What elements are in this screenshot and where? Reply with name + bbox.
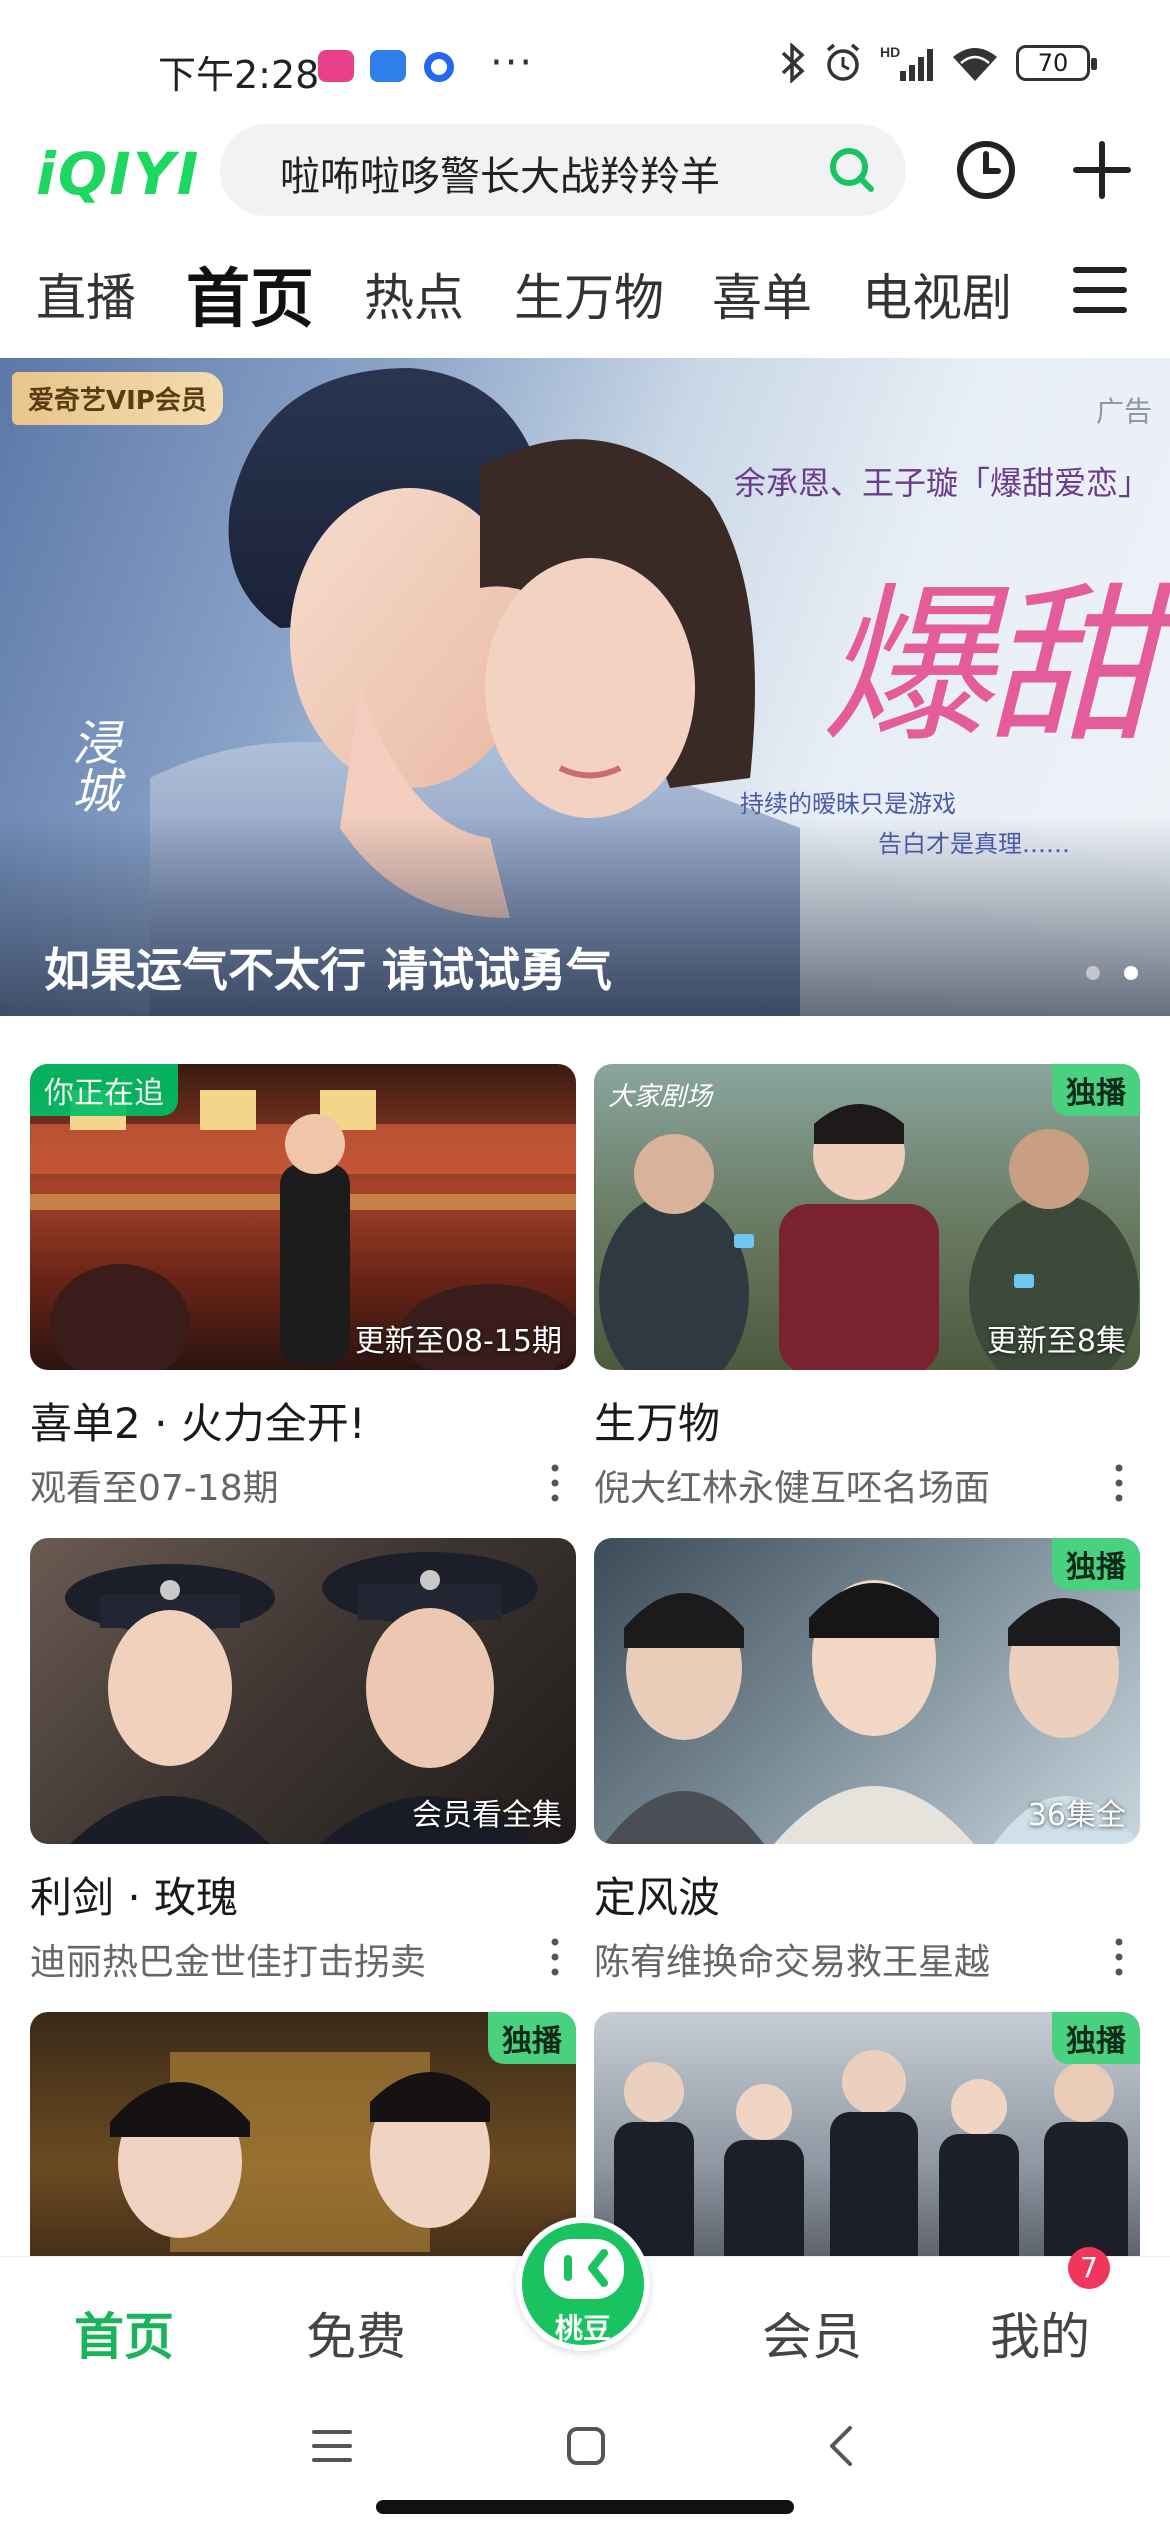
top-bar: iQIYI 啦咘啦哆警长大战羚羚羊: [0, 118, 1170, 228]
signal-icon: HD: [880, 44, 933, 81]
more-vertical-icon[interactable]: [1112, 1937, 1126, 1977]
back-icon[interactable]: [826, 2424, 856, 2468]
exclusive-badge: 独播: [488, 2012, 576, 2064]
video-title[interactable]: 生万物: [594, 1390, 1140, 1451]
theater-label: 大家剧场: [608, 1082, 713, 1112]
alarm-icon: [826, 43, 860, 81]
system-navigation: [0, 2390, 1170, 2532]
video-title[interactable]: 定风波: [594, 1864, 1140, 1925]
video-card[interactable]: 你正在追 更新至08-15期 喜单2 · 火力全开! 观看至07-18期: [30, 1064, 576, 1509]
status-icons: HD 70: [780, 42, 1097, 84]
update-status: 会员看全集: [412, 1798, 562, 1833]
video-card[interactable]: 大家剧场 独播 更新至8集 生万物 倪大红林永健互呸名场面: [594, 1064, 1140, 1509]
exclusive-badge: 独播: [1052, 2012, 1140, 2064]
video-subtitle: 陈宥维换命交易救王星越: [594, 1942, 991, 1983]
video-title[interactable]: 利剑 · 玫瑰: [30, 1864, 576, 1925]
category-tabs: 直播 首页 热点 生万物 喜单 电视剧: [0, 238, 1170, 348]
recents-menu-icon[interactable]: [310, 2426, 354, 2466]
banner-cast-line: 余承恩、王子璇「爆甜爱恋」: [733, 464, 1150, 502]
show-logo: 浸城: [63, 718, 119, 814]
more-vertical-icon[interactable]: [548, 1937, 562, 1977]
more-vertical-icon[interactable]: [548, 1463, 562, 1503]
exclusive-badge: 独播: [1052, 1064, 1140, 1116]
history-clock-icon[interactable]: [954, 138, 1018, 202]
video-subtitle: 观看至07-18期: [30, 1468, 279, 1509]
banner-caption: 如果运气不太行 请试试勇气: [44, 943, 613, 997]
vip-member-tag: 爱奇艺VIP会员: [12, 372, 223, 425]
video-subtitle: 倪大红林永健互呸名场面: [594, 1468, 991, 1509]
banner-tagline: 告白才是真理……: [878, 830, 1070, 858]
nav-home[interactable]: 首页: [74, 2297, 174, 2369]
taodou-mascot-icon: [544, 2239, 624, 2299]
following-badge: 你正在追: [30, 1064, 178, 1116]
video-thumbnail[interactable]: 你正在追 更新至08-15期: [30, 1064, 576, 1370]
search-icon[interactable]: [826, 144, 876, 194]
video-thumbnail[interactable]: 独播 36集全: [594, 1538, 1140, 1844]
svg-text:HD: HD: [880, 44, 900, 60]
taodou-label: 桃豆: [554, 2312, 611, 2345]
ad-label[interactable]: 广告: [1096, 390, 1152, 430]
home-indicator-bar[interactable]: [376, 2500, 794, 2514]
update-status: 更新至08-15期: [354, 1324, 562, 1359]
video-title[interactable]: 喜单2 · 火力全开!: [30, 1390, 576, 1451]
update-status: 更新至8集: [986, 1324, 1126, 1359]
app-notification-icon: [318, 50, 354, 82]
video-card[interactable]: 独播 36集全 定风波 陈宥维换命交易救王星越: [594, 1538, 1140, 1983]
plus-icon[interactable]: [1070, 138, 1134, 202]
search-bar[interactable]: 啦咘啦哆警长大战羚羚羊: [220, 124, 906, 216]
tab-home[interactable]: 首页: [186, 248, 314, 340]
app-notification-icon: [424, 52, 454, 82]
tab-sheng-wan-wu[interactable]: 生万物: [514, 258, 664, 330]
nav-taodou[interactable]: 桃豆: [516, 2217, 650, 2351]
banner-title-art: 爆甜: [821, 568, 1156, 766]
more-vertical-icon[interactable]: [1112, 1463, 1126, 1503]
exclusive-badge: 独播: [1052, 1538, 1140, 1590]
status-time: 下午2:28: [158, 53, 320, 97]
episode-count: 36集全: [1027, 1798, 1126, 1833]
banner-tagline: 持续的暧昧只是游戏: [740, 790, 956, 818]
tab-hot[interactable]: 热点: [364, 258, 464, 330]
nav-mine[interactable]: 我的: [990, 2297, 1090, 2369]
video-card[interactable]: 会员看全集 利剑 · 玫瑰 迪丽热巴金世佳打击拐卖: [30, 1538, 576, 1983]
more-notifications: ···: [490, 40, 535, 86]
video-thumbnail[interactable]: 会员看全集: [30, 1538, 576, 1844]
video-thumbnail[interactable]: 大家剧场 独播 更新至8集: [594, 1064, 1140, 1370]
tab-xi-dan[interactable]: 喜单: [712, 258, 812, 330]
wifi-icon: [953, 48, 997, 81]
carousel-dot[interactable]: [1086, 966, 1100, 980]
hero-banner[interactable]: 爱奇艺VIP会员 广告 余承恩、王子璇「爆甜爱恋」 爆甜 持续的暧昧只是游戏 告…: [0, 358, 1170, 1016]
carousel-dot-active[interactable]: [1124, 966, 1138, 980]
bluetooth-icon: [781, 43, 805, 83]
app-notification-icon: [370, 50, 406, 82]
battery-icon: 70: [1016, 45, 1097, 81]
tab-live[interactable]: 直播: [36, 258, 136, 330]
home-square-icon[interactable]: [564, 2424, 608, 2468]
search-suggestion[interactable]: 啦咘啦哆警长大战羚羚羊: [280, 144, 720, 202]
iqiyi-logo[interactable]: iQIYI: [36, 140, 200, 208]
video-subtitle: 迪丽热巴金世佳打击拐卖: [30, 1942, 427, 1983]
menu-icon[interactable]: [1072, 262, 1128, 318]
bottom-navigation: 首页 免费 桃豆 会员 我的 7: [0, 2217, 1170, 2390]
notification-badge: 7: [1068, 2247, 1110, 2289]
nav-free[interactable]: 免费: [306, 2297, 406, 2369]
status-bar: 下午2:28 ··· HD 70: [0, 0, 1170, 130]
tab-tv-series[interactable]: 电视剧: [862, 258, 1012, 330]
nav-vip[interactable]: 会员: [762, 2297, 862, 2369]
